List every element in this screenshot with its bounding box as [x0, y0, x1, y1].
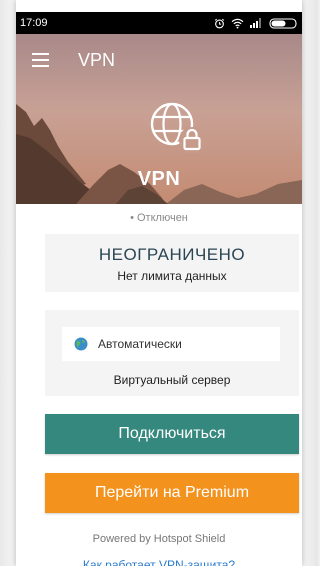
signal-icon	[250, 18, 261, 28]
globe-lock-icon	[150, 102, 205, 153]
go-premium-button[interactable]: Перейти на Premium	[45, 473, 299, 513]
wifi-icon	[231, 18, 244, 29]
server-card: Автоматически Виртуальный сервер	[45, 310, 299, 396]
connection-status: • Отключен	[130, 212, 188, 224]
data-limit-card: НЕОГРАНИЧЕНО Нет лимита данных	[45, 234, 299, 292]
app-bar: VPN	[16, 34, 302, 86]
app-screen: 17:09 VPN VPN • Отключен НЕОГРАНИЧЕНО Не…	[16, 0, 302, 566]
status-time: 17:09	[20, 17, 48, 29]
data-limit-headline: НЕОГРАНИЧЕНО	[98, 245, 246, 264]
globe-icon	[74, 337, 88, 351]
server-caption: Виртуальный сервер	[113, 373, 231, 387]
app-title: VPN	[78, 49, 116, 70]
how-vpn-works-link[interactable]: Как работает VPN-защита?	[16, 558, 302, 566]
hero-title: VPN	[137, 168, 181, 190]
battery-icon	[269, 17, 297, 29]
hero-banner: VPN VPN	[16, 34, 302, 204]
server-select-label: Автоматически	[98, 337, 182, 351]
data-limit-subtitle: Нет лимита данных	[117, 269, 227, 283]
hamburger-menu-icon[interactable]	[32, 53, 52, 67]
server-select[interactable]: Автоматически	[62, 327, 280, 361]
alarm-icon	[214, 18, 225, 28]
powered-by-text: Powered by Hotspot Shield	[92, 533, 226, 545]
connect-button[interactable]: Подключиться	[45, 414, 299, 454]
device-frame: 17:09 VPN VPN • Отключен НЕОГРАНИЧЕНО Не…	[0, 0, 318, 566]
status-bar: 17:09	[16, 12, 302, 34]
